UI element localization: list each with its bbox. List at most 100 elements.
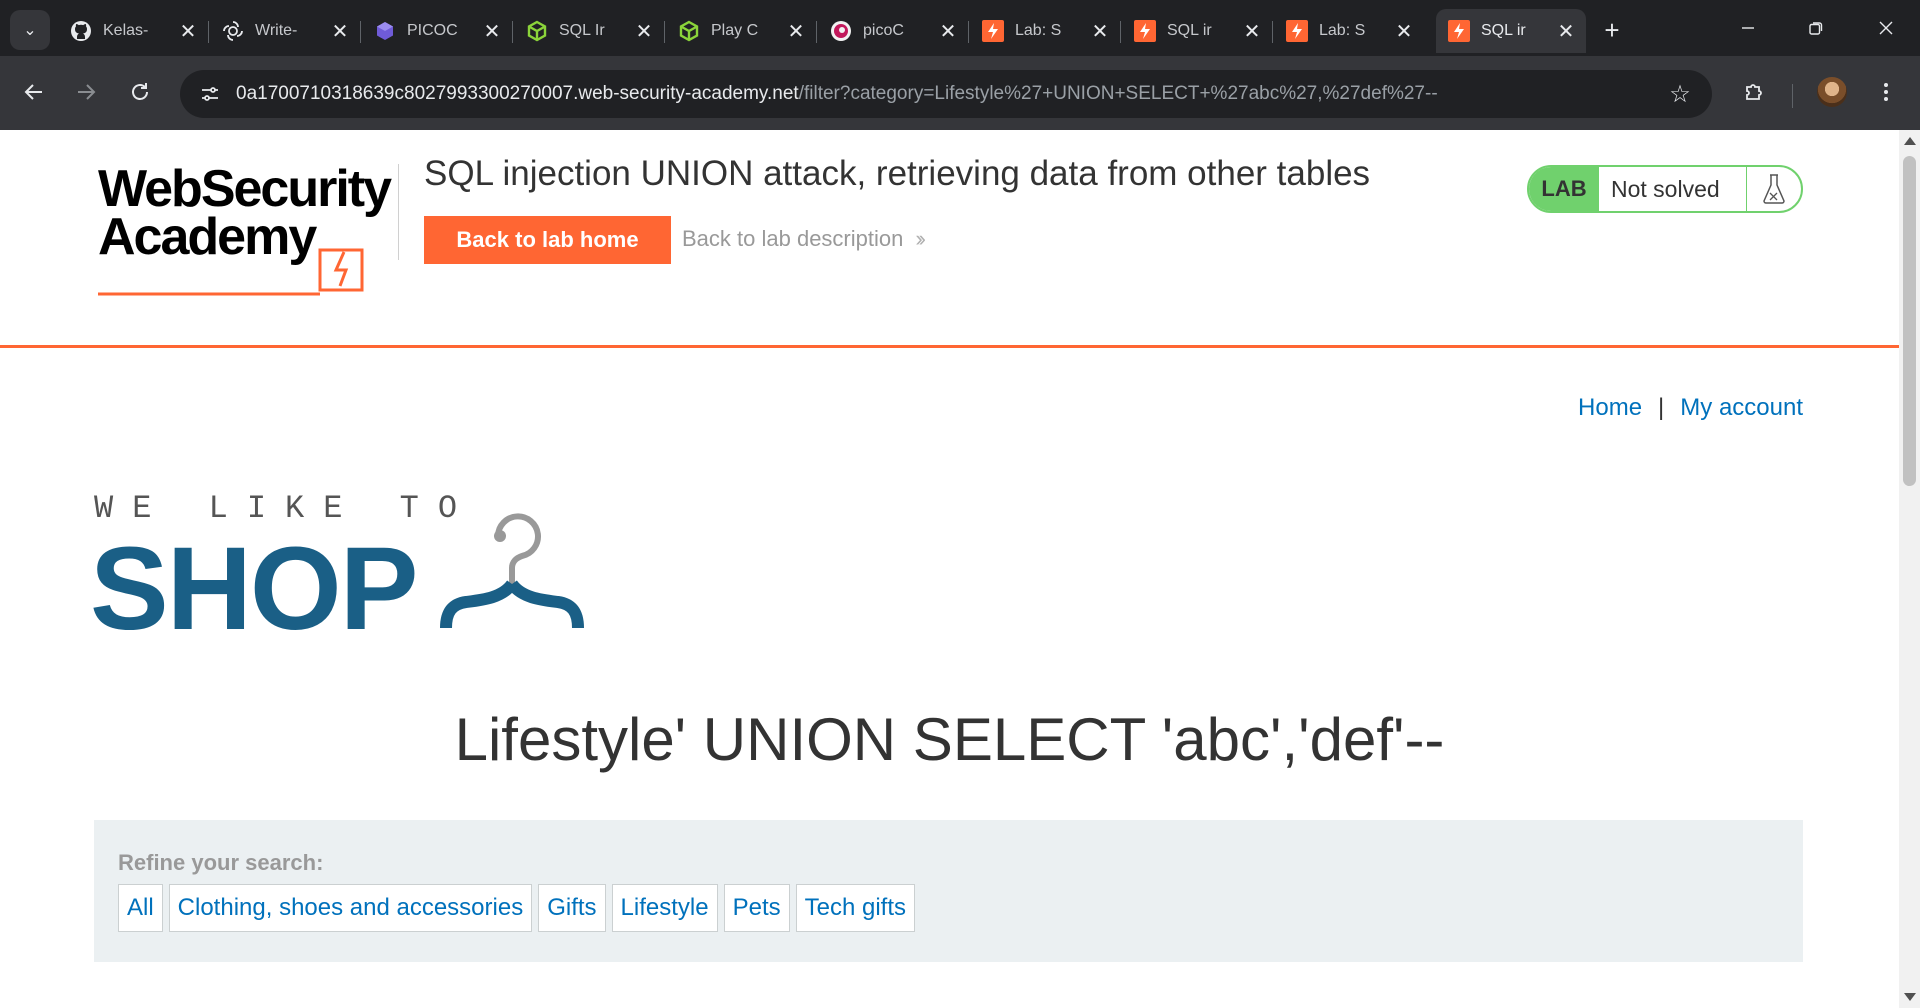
- back-arrow-icon[interactable]: [12, 70, 56, 114]
- tab-divider: [968, 21, 969, 43]
- tab-title: Play C: [711, 22, 759, 39]
- portswigger-icon: [1448, 20, 1470, 42]
- github-icon: [70, 20, 92, 42]
- extensions-puzzle-icon[interactable]: [1732, 70, 1776, 114]
- browser-tab[interactable]: Lab: S ✕: [970, 9, 1121, 53]
- url-text[interactable]: 0a1700710318639c8027993300270007.web-sec…: [236, 83, 1438, 105]
- lab-status-text: Not solved: [1599, 167, 1747, 211]
- category-filters: All Clothing, shoes and accessories Gift…: [118, 884, 916, 932]
- scrollbar-thumb[interactable]: [1903, 156, 1916, 486]
- url-host: 0a1700710318639c8027993300270007.web-sec…: [236, 83, 799, 104]
- tab-title: Kelas-: [103, 22, 149, 39]
- category-heading: Lifestyle' UNION SELECT 'abc','def'--: [454, 706, 1445, 773]
- forward-arrow-icon[interactable]: [64, 70, 108, 114]
- tab-divider: [1272, 21, 1273, 43]
- tab-divider: [816, 21, 817, 43]
- scroll-down-arrow-icon[interactable]: [1904, 993, 1916, 1001]
- close-icon[interactable]: ✕: [1086, 17, 1114, 45]
- filter-lifestyle[interactable]: Lifestyle: [611, 884, 718, 932]
- reload-icon[interactable]: [118, 70, 162, 114]
- account-nav: Home | My account: [1578, 394, 1803, 422]
- profile-avatar[interactable]: [1810, 70, 1854, 114]
- double-chevron-right-icon: ››: [915, 226, 925, 251]
- home-link[interactable]: Home: [1578, 394, 1642, 421]
- lab-title: SQL injection UNION attack, retrieving d…: [424, 154, 1371, 193]
- browser-tab[interactable]: Write- ✕: [210, 9, 361, 53]
- logo-tagline: WE LIKE TO: [94, 490, 477, 527]
- browser-toolbar: 0a1700710318639c8027993300270007.web-sec…: [0, 56, 1920, 130]
- browser-tab-active[interactable]: SQL ir ✕: [1436, 9, 1586, 53]
- tab-title: SQL ir: [1481, 22, 1526, 39]
- filter-pets[interactable]: Pets: [723, 884, 790, 932]
- browser-tab[interactable]: Play C ✕: [666, 9, 817, 53]
- lab-status-widget: LAB Not solved: [1527, 165, 1803, 213]
- new-tab-plus-icon[interactable]: +: [1592, 12, 1632, 48]
- close-icon[interactable]: ✕: [478, 17, 506, 45]
- close-window-icon[interactable]: [1858, 8, 1914, 48]
- filter-tech-gifts[interactable]: Tech gifts: [795, 884, 916, 932]
- portswigger-icon: [1286, 20, 1308, 42]
- close-icon[interactable]: ✕: [174, 17, 202, 45]
- bookmark-star-icon[interactable]: ☆: [1664, 78, 1696, 110]
- close-icon[interactable]: ✕: [782, 17, 810, 45]
- tab-title: Lab: S: [1319, 22, 1366, 39]
- link-label: Back to lab description: [682, 226, 904, 251]
- browser-tab[interactable]: PICOC ✕: [362, 9, 513, 53]
- restore-icon[interactable]: [1788, 8, 1844, 48]
- browser-tab[interactable]: picoC ✕: [818, 9, 969, 53]
- browser-tab[interactable]: SQL ir ✕: [1122, 9, 1273, 53]
- tab-title: picoC: [863, 22, 904, 39]
- tab-search-chevron-icon[interactable]: ⌄: [10, 10, 50, 50]
- scroll-up-arrow-icon[interactable]: [1904, 137, 1916, 145]
- lab-badge: LAB: [1529, 167, 1599, 211]
- close-icon[interactable]: ✕: [934, 17, 962, 45]
- tab-title: SQL Ir: [559, 22, 605, 39]
- url-path: /filter?category=Lifestyle%27+UNION+SELE…: [798, 83, 1438, 104]
- academy-header: WebSecurity Academy SQL injection UNION …: [0, 130, 1899, 348]
- my-account-link[interactable]: My account: [1680, 394, 1803, 421]
- tab-title: SQL ir: [1167, 22, 1212, 39]
- chatgpt-icon: [222, 20, 244, 42]
- logo-shop-word: SHOP: [90, 523, 418, 655]
- refine-search-label: Refine your search:: [118, 850, 324, 875]
- tab-divider: [208, 21, 209, 43]
- portswigger-icon: [1134, 20, 1156, 42]
- avatar-icon: [1817, 77, 1847, 107]
- close-icon[interactable]: ✕: [326, 17, 354, 45]
- filter-all[interactable]: All: [118, 884, 163, 932]
- site-settings-icon[interactable]: [196, 80, 224, 108]
- logo-bolt-icon: [98, 248, 364, 296]
- tab-title: Lab: S: [1015, 22, 1062, 39]
- tab-divider: [512, 21, 513, 43]
- hanger-icon: [440, 513, 584, 629]
- filter-panel: Refine your search: All Clothing, shoes …: [94, 820, 1803, 962]
- close-icon[interactable]: ✕: [1552, 17, 1580, 45]
- page-scrollbar[interactable]: [1899, 130, 1920, 1008]
- browser-tab-strip: ⌄ Kelas- ✕ Write- ✕ PICOC ✕ SQL Ir ✕ Pla…: [0, 0, 1920, 56]
- close-icon[interactable]: ✕: [630, 17, 658, 45]
- minimize-icon[interactable]: [1720, 8, 1776, 48]
- portswigger-icon: [982, 20, 1004, 42]
- browser-tab[interactable]: Kelas- ✕: [58, 9, 209, 53]
- browser-tab[interactable]: Lab: S ✕: [1274, 9, 1424, 53]
- filter-gifts[interactable]: Gifts: [538, 884, 606, 932]
- tab-title: Write-: [255, 22, 298, 39]
- nav-separator: |: [1658, 394, 1665, 421]
- web-security-academy-logo[interactable]: WebSecurity Academy: [98, 160, 398, 296]
- close-icon[interactable]: ✕: [1390, 17, 1418, 45]
- green-cube-icon: [678, 20, 700, 42]
- web-page: WebSecurity Academy SQL injection UNION …: [0, 130, 1899, 1008]
- browser-tab[interactable]: SQL Ir ✕: [514, 9, 665, 53]
- tab-divider: [1120, 21, 1121, 43]
- picoctf-circle-icon: [830, 20, 852, 42]
- close-icon[interactable]: ✕: [1238, 17, 1266, 45]
- back-to-lab-description-link[interactable]: Back to lab description ››: [682, 226, 926, 252]
- address-bar[interactable]: 0a1700710318639c8027993300270007.web-sec…: [180, 70, 1712, 118]
- flask-icon: [1747, 167, 1801, 211]
- header-divider: [398, 164, 399, 260]
- back-to-lab-home-button[interactable]: Back to lab home: [424, 216, 671, 264]
- toolbar-divider: [1792, 84, 1793, 108]
- filter-clothing[interactable]: Clothing, shoes and accessories: [168, 884, 533, 932]
- kebab-menu-icon[interactable]: [1864, 70, 1908, 114]
- tab-title: PICOC: [407, 22, 458, 39]
